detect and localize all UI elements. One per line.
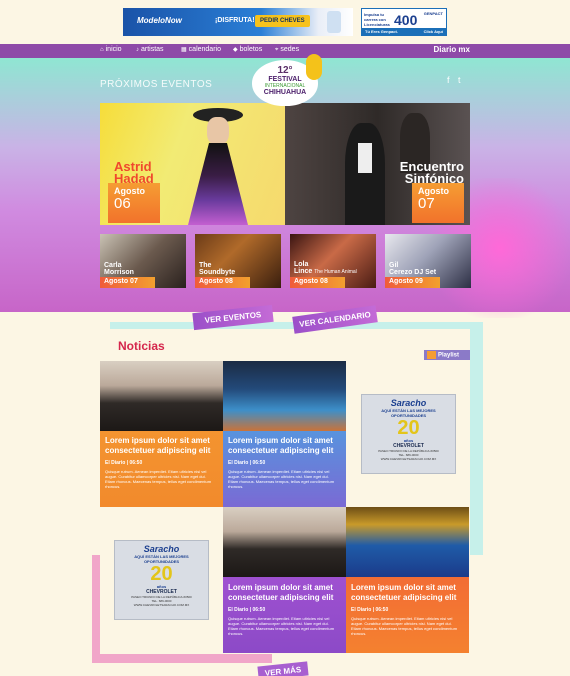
orchestra-image xyxy=(223,507,346,577)
event-card-lola-lince[interactable]: Lola Lince The Human Animal Agosto 08 xyxy=(290,234,376,288)
ad-cta-button[interactable]: PEDIR CHEVES xyxy=(255,15,310,27)
news-source: El Diario | 06:50 xyxy=(228,460,266,466)
conductor-shirt xyxy=(358,143,372,173)
nav-item-calendario[interactable]: ▦ calendario xyxy=(181,46,221,53)
news-source: El Diario | 06:50 xyxy=(351,607,389,613)
event-card-the-soundbyte[interactable]: The Soundbyte Agosto 08 xyxy=(195,234,281,288)
main-nav: ⌂ inicio ♪ artistas ▦ calendario ◆ boletos ⌖… xyxy=(0,44,570,58)
ad-brand: ModeloNow xyxy=(137,16,182,25)
performer-image xyxy=(346,507,469,577)
calendar-icon: ▦ xyxy=(181,47,187,53)
nav-item-inicio[interactable]: ⌂ inicio xyxy=(100,46,122,53)
news-title: Noticias xyxy=(118,339,165,353)
news-body: Quisque rutrum. Aenean imperdiet. Etiam … xyxy=(105,469,212,489)
ad-tagline: ¡DISFRUTA! xyxy=(215,17,255,24)
event-date: Agosto 08 xyxy=(195,277,250,288)
ad-card[interactable]: Saracho AQUÍ ESTÁN LAS MEJORES OPORTUNID… xyxy=(100,507,223,653)
news-card[interactable]: Lorem ipsum dolor sit amet consectetuer … xyxy=(100,361,223,507)
ad-number: 400 xyxy=(394,12,418,28)
ad-footer: Tú Eres Genpact. Click Aquí xyxy=(362,28,446,35)
location-icon: ⌖ xyxy=(275,47,279,53)
ad-brand-genpact: GENPACT xyxy=(423,11,443,16)
festival-logo[interactable]: 12° FESTIVAL INTERNACIONAL CHIHUAHUA xyxy=(252,54,322,106)
ad-card[interactable]: Saracho AQUÍ ESTÁN LAS MEJORES OPORTUNID… xyxy=(346,361,469,507)
event-title: Encuentro Sinfónico xyxy=(399,159,464,186)
news-source: El Diario | 06:50 xyxy=(228,607,266,613)
music-note-icon xyxy=(427,351,436,359)
featured-event-astrid-hadad[interactable]: Astrid Hadad Agosto 06 xyxy=(100,103,285,225)
ad-click-here[interactable]: Click Aquí xyxy=(424,29,443,34)
event-date: Agosto 08 xyxy=(290,277,345,288)
playlist-button[interactable]: Playlist xyxy=(424,350,470,360)
page: ModeloNow ¡DISFRUTA! PEDIR CHEVES Impuls… xyxy=(0,0,570,676)
news-body: Quisque rutrum. Aenean imperdiet. Etiam … xyxy=(228,469,335,489)
news-source: El Diario | 06:50 xyxy=(105,460,143,466)
featured-event-encuentro-sinfonico[interactable]: Encuentro Sinfónico Agosto 07 xyxy=(285,103,470,225)
news-card[interactable]: Lorem ipsum dolor sit amet consectetuer … xyxy=(223,507,346,653)
saracho-ad[interactable]: Saracho AQUÍ ESTÁN LAS MEJORES OPORTUNID… xyxy=(114,540,209,620)
event-title: Astrid Hadad xyxy=(114,159,154,186)
news-headline[interactable]: Lorem ipsum dolor sit amet consectetuer … xyxy=(351,583,467,603)
guitarist-image xyxy=(223,361,346,431)
event-date: Agosto 07 xyxy=(412,183,464,223)
event-name: Carla Morrison xyxy=(104,262,134,276)
event-name: Gil Cerezo DJ Set xyxy=(389,262,437,276)
news-body: Quisque rutrum. Aenean imperdiet. Etiam … xyxy=(228,616,335,636)
event-date: Agosto 06 xyxy=(108,183,160,223)
event-card-gil-cerezo[interactable]: Gil Cerezo DJ Set Agosto 09 xyxy=(385,234,471,288)
news-headline[interactable]: Lorem ipsum dolor sit amet consectetuer … xyxy=(228,436,344,456)
event-card-carla-morrison[interactable]: Carla Morrison Agosto 07 xyxy=(100,234,186,288)
news-body: Quisque rutrum. Aenean imperdiet. Etiam … xyxy=(351,616,458,636)
news-headline[interactable]: Lorem ipsum dolor sit amet consectetuer … xyxy=(228,583,344,603)
nav-item-sedes[interactable]: ⌖ sedes xyxy=(275,46,299,54)
nav-item-boletos[interactable]: ◆ boletos xyxy=(233,46,262,53)
orchestra-image xyxy=(100,361,223,431)
home-icon: ⌂ xyxy=(100,47,104,53)
upcoming-events-title: PRÓXIMOS EVENTOS xyxy=(100,79,213,90)
nav-item-artistas[interactable]: ♪ artistas xyxy=(136,46,164,53)
cactus-icon xyxy=(306,54,322,80)
conductor-image xyxy=(345,123,385,225)
music-icon: ♪ xyxy=(136,47,139,53)
ticket-icon: ◆ xyxy=(233,47,238,53)
performer-face-image xyxy=(207,117,229,145)
diario-logo[interactable]: Diario mx xyxy=(434,45,470,54)
news-card[interactable]: Lorem ipsum dolor sit amet consectetuer … xyxy=(346,507,469,653)
see-more-button[interactable]: VER MÁS xyxy=(257,661,309,676)
side-banner-ad[interactable]: Impulsa tu carrera con Licenciaturas en … xyxy=(361,8,447,36)
ad-bottle-image xyxy=(327,11,341,33)
event-date: Agosto 09 xyxy=(385,277,440,288)
event-name: The Soundbyte xyxy=(199,262,236,276)
event-name: Lola Lince The Human Animal xyxy=(294,261,357,275)
news-card[interactable]: Lorem ipsum dolor sit amet consectetuer … xyxy=(223,361,346,507)
facebook-icon[interactable]: f xyxy=(447,75,450,85)
performer-dress-image xyxy=(188,143,248,225)
twitter-icon[interactable]: t xyxy=(458,75,461,85)
event-date: Agosto 07 xyxy=(100,277,155,288)
social-links: f t xyxy=(447,75,461,85)
top-banner-ad[interactable]: ModeloNow ¡DISFRUTA! PEDIR CHEVES xyxy=(123,8,353,36)
saracho-ad[interactable]: Saracho AQUÍ ESTÁN LAS MEJORES OPORTUNID… xyxy=(361,394,456,474)
news-headline[interactable]: Lorem ipsum dolor sit amet consectetuer … xyxy=(105,436,221,456)
